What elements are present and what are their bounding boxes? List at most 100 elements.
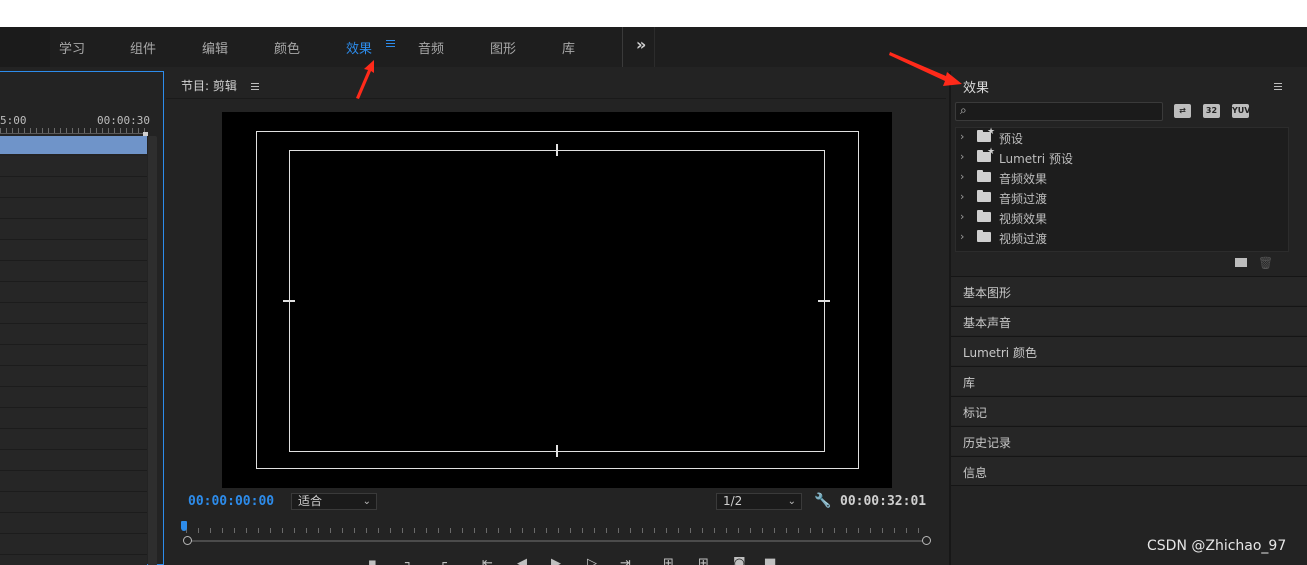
section-libraries[interactable]: 库	[951, 366, 1307, 395]
resolution-select[interactable]: 1/2 ⌄	[716, 493, 802, 510]
tab-libraries[interactable]: 库	[562, 38, 575, 57]
tree-item-label: 预设	[999, 132, 1024, 146]
overflow-chevron-icon[interactable]: »	[636, 35, 646, 54]
divider	[622, 27, 623, 67]
section-label: 库	[963, 376, 976, 390]
step-forward-icon[interactable]: ▷	[587, 556, 597, 565]
tab-learn[interactable]: 学习	[59, 38, 85, 57]
chevron-right-icon[interactable]: ›	[960, 190, 964, 203]
watermark: CSDN @Zhichao_97	[1147, 538, 1287, 554]
tree-item-video-effects[interactable]: › 视频效果	[956, 208, 1288, 228]
button-editor-icon[interactable]: ▆	[765, 556, 775, 565]
program-viewer[interactable]	[222, 112, 892, 488]
tree-item-label: 音频效果	[999, 172, 1048, 186]
chevron-right-icon[interactable]: ›	[960, 230, 964, 243]
mark-out-icon[interactable]: ┌	[439, 556, 447, 565]
effects-panel-title[interactable]: 效果	[963, 77, 989, 96]
panel-menu-icon[interactable]	[251, 82, 260, 91]
play-icon[interactable]: ▶	[551, 556, 561, 565]
chevron-right-icon[interactable]: ›	[960, 130, 964, 143]
section-lumetri-color[interactable]: Lumetri 颜色	[951, 336, 1307, 365]
tab-graphics[interactable]: 图形	[490, 38, 516, 57]
section-label: 基本图形	[963, 286, 1012, 300]
tree-item-audio-transitions[interactable]: › 音频过渡	[956, 188, 1288, 208]
timeline-panel: 5:00 00:00:30	[0, 71, 164, 565]
divider	[654, 27, 655, 67]
tree-item-presets[interactable]: › ★ 预设	[956, 127, 1288, 148]
ruler-time-label: 00:00:30	[97, 114, 150, 127]
divider	[166, 98, 946, 99]
32bit-effects-icon[interactable]: 32	[1203, 104, 1220, 118]
safe-margin-tick	[283, 300, 295, 302]
section-markers[interactable]: 标记	[951, 396, 1307, 425]
effects-search-input[interactable]: ⌕	[955, 102, 1163, 121]
workspace-bar-handle	[0, 27, 50, 67]
section-essential-sound[interactable]: 基本声音	[951, 306, 1307, 335]
new-bin-icon[interactable]	[1235, 258, 1247, 267]
camera-icon[interactable]: ◙	[733, 556, 746, 565]
duration-timecode: 00:00:32:01	[840, 494, 927, 509]
vertical-scrollbar[interactable]	[148, 136, 157, 565]
tab-editing[interactable]: 编辑	[202, 38, 228, 57]
yuv-effects-icon[interactable]: YUV	[1232, 104, 1250, 118]
section-essential-graphics[interactable]: 基本图形	[951, 276, 1307, 305]
folder-icon	[977, 170, 991, 182]
zoom-select-value: 适合	[298, 494, 323, 508]
section-history[interactable]: 历史记录	[951, 426, 1307, 455]
trash-icon[interactable]: 🗑	[1258, 256, 1273, 270]
workspace-bar: 学习 组件 编辑 颜色 效果 音频 图形 库 »	[0, 27, 1307, 67]
section-label: 历史记录	[963, 436, 1012, 450]
safe-margin-tick	[818, 300, 830, 302]
go-to-out-icon[interactable]: ⇥	[620, 556, 631, 565]
tab-color[interactable]: 颜色	[274, 38, 300, 57]
work-area-bar[interactable]	[0, 136, 147, 154]
resolution-select-value: 1/2	[723, 494, 743, 508]
chevron-right-icon[interactable]: ›	[960, 170, 964, 183]
panel-menu-icon[interactable]	[1274, 82, 1283, 91]
section-label: 标记	[963, 406, 988, 420]
step-back-icon[interactable]: ◀	[517, 556, 527, 565]
top-blank-area	[0, 0, 1307, 27]
add-marker-icon[interactable]: ▪	[368, 556, 377, 565]
current-timecode[interactable]: 00:00:00:00	[188, 494, 274, 509]
zoom-handle-right[interactable]	[922, 536, 931, 545]
go-to-in-icon[interactable]: ⇤	[482, 556, 493, 565]
tab-effects[interactable]: 效果	[346, 38, 372, 57]
safe-margin-tick	[556, 445, 558, 457]
search-icon: ⌕	[960, 103, 967, 117]
extract-icon[interactable]: ⊞	[698, 556, 709, 565]
tab-assembly[interactable]: 组件	[130, 38, 156, 57]
wrench-icon[interactable]: 🔧	[814, 493, 831, 509]
tree-item-video-transitions[interactable]: › 视频过渡	[956, 228, 1288, 248]
title-safe-margin	[289, 150, 825, 452]
folder-icon	[977, 230, 991, 242]
tab-audio[interactable]: 音频	[418, 38, 444, 57]
section-label: Lumetri 颜色	[963, 346, 1037, 360]
tree-item-label: 视频过渡	[999, 232, 1048, 246]
effects-tree: › ★ 预设 › ★ Lumetri 预设 › 音频效果 › 音频过渡 › 视频…	[955, 127, 1289, 252]
zoom-scroll-bar[interactable]	[190, 540, 924, 542]
chevron-right-icon[interactable]: ›	[960, 150, 964, 163]
zoom-handle-left[interactable]	[183, 536, 192, 545]
tree-item-audio-effects[interactable]: › 音频效果	[956, 168, 1288, 188]
lift-icon[interactable]: ⊞	[663, 556, 674, 565]
playhead[interactable]	[181, 521, 187, 531]
accelerated-effects-icon[interactable]: ⇄	[1174, 104, 1191, 118]
tree-item-label: Lumetri 预设	[999, 152, 1073, 166]
tree-item-label: 音频过渡	[999, 192, 1048, 206]
zoom-select[interactable]: 适合 ⌄	[291, 493, 377, 510]
section-label: 信息	[963, 466, 988, 480]
chevron-down-icon: ⌄	[787, 496, 796, 507]
time-ruler[interactable]	[0, 128, 148, 134]
folder-icon	[977, 190, 991, 202]
chevron-right-icon[interactable]: ›	[960, 210, 964, 223]
hamburger-icon[interactable]	[386, 36, 396, 52]
section-info[interactable]: 信息	[951, 456, 1307, 486]
ruler-time-label: 5:00	[0, 114, 27, 127]
star-icon: ★	[987, 147, 996, 157]
program-monitor-title[interactable]: 节目: 剪辑	[181, 77, 237, 94]
mark-in-icon[interactable]: ┐	[405, 556, 413, 565]
track-area[interactable]	[0, 156, 147, 565]
mini-time-ruler[interactable]	[186, 522, 930, 536]
tree-item-lumetri-presets[interactable]: › ★ Lumetri 预设	[956, 147, 1288, 168]
